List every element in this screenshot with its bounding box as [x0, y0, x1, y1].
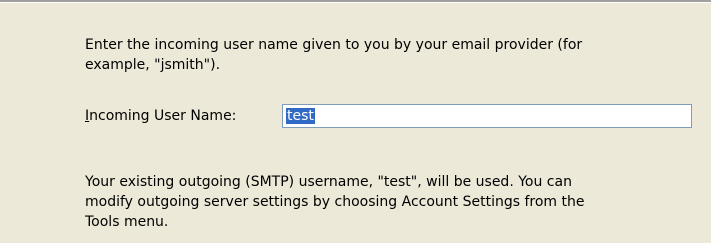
outgoing-username-note: Your existing outgoing (SMTP) username, … — [85, 174, 585, 230]
incoming-user-name-input[interactable]: test — [282, 104, 692, 128]
incoming-user-name-label-text: ncoming User Name: — [89, 108, 237, 124]
incoming-user-name-value: test — [286, 108, 315, 124]
instructions-text: Enter the incoming user name given to yo… — [85, 37, 583, 73]
top-separator — [0, 0, 711, 3]
incoming-user-name-label: Incoming User Name: — [85, 106, 236, 126]
